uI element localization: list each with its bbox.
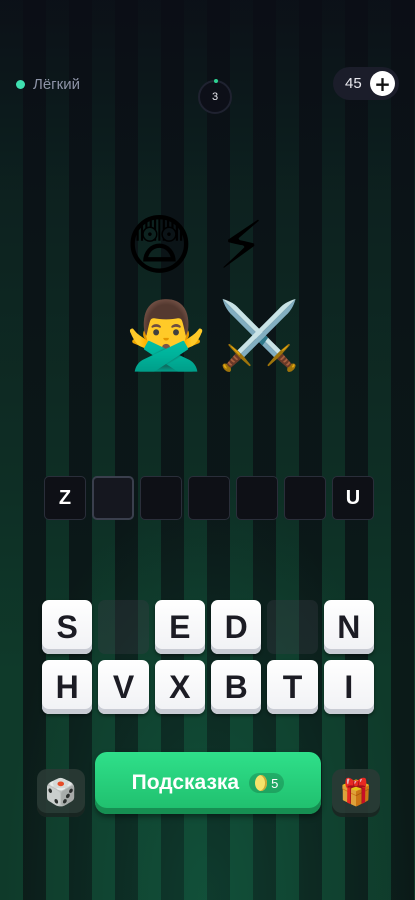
emoji-lightning: ⚡: [218, 207, 265, 284]
letter-tile-used: [267, 600, 318, 654]
coins-pill[interactable]: 45 +: [333, 67, 399, 100]
answer-slot[interactable]: [236, 476, 278, 520]
top-bar: Лёгкий 3 45 +: [0, 62, 415, 114]
gift-icon: 🎁: [339, 778, 373, 808]
answer-slot[interactable]: U: [332, 476, 374, 520]
letter-tile-used: [98, 600, 149, 654]
letter-tile[interactable]: B: [210, 660, 262, 714]
letter-row-1: S E D N: [42, 600, 374, 654]
letter-tile[interactable]: T: [267, 660, 318, 714]
letter-tiles: S E D N H V X B T I: [42, 600, 374, 720]
letter-tile[interactable]: D: [210, 600, 262, 654]
letter-tile[interactable]: X: [154, 660, 205, 714]
hint-button[interactable]: Подсказка 5: [95, 752, 321, 814]
answer-slot[interactable]: [188, 476, 230, 520]
extra-button[interactable]: 🎁: [332, 769, 380, 817]
difficulty-indicator: Лёгкий: [16, 76, 80, 93]
answer-slot[interactable]: Z: [44, 476, 86, 520]
dice-icon: 🎲: [44, 778, 78, 808]
letter-tile[interactable]: I: [323, 660, 374, 714]
hint-cost: 5: [271, 775, 279, 791]
plus-icon[interactable]: +: [370, 71, 395, 96]
answer-slot-active[interactable]: [92, 476, 134, 520]
level-badge: 3: [198, 79, 232, 114]
letter-row-2: H V X B T I: [42, 660, 374, 714]
letter-tile[interactable]: H: [42, 660, 93, 714]
bottom-controls: 🎲 Подсказка 5 🎁: [0, 752, 415, 822]
letter-tile[interactable]: N: [323, 600, 374, 654]
emoji-fear: 😨: [125, 207, 194, 284]
letter-tile[interactable]: V: [98, 660, 149, 714]
answer-slot[interactable]: [284, 476, 326, 520]
answer-slot[interactable]: [140, 476, 182, 520]
hint-cost-badge: 5: [249, 773, 285, 793]
coin-icon: [255, 775, 268, 791]
letter-tile[interactable]: S: [42, 600, 93, 654]
letter-tile[interactable]: E: [154, 600, 205, 654]
shuffle-button[interactable]: 🎲: [37, 769, 85, 817]
difficulty-label: Лёгкий: [33, 76, 80, 93]
difficulty-dot: [16, 80, 25, 89]
emoji-person-gesturing-no: 🙅‍♂️: [125, 297, 208, 374]
answer-slots: Z U: [44, 476, 374, 520]
emoji-crossed-swords: ⚔️: [218, 297, 301, 374]
coins-count: 45: [345, 75, 362, 92]
hint-label: Подсказка: [131, 771, 240, 794]
